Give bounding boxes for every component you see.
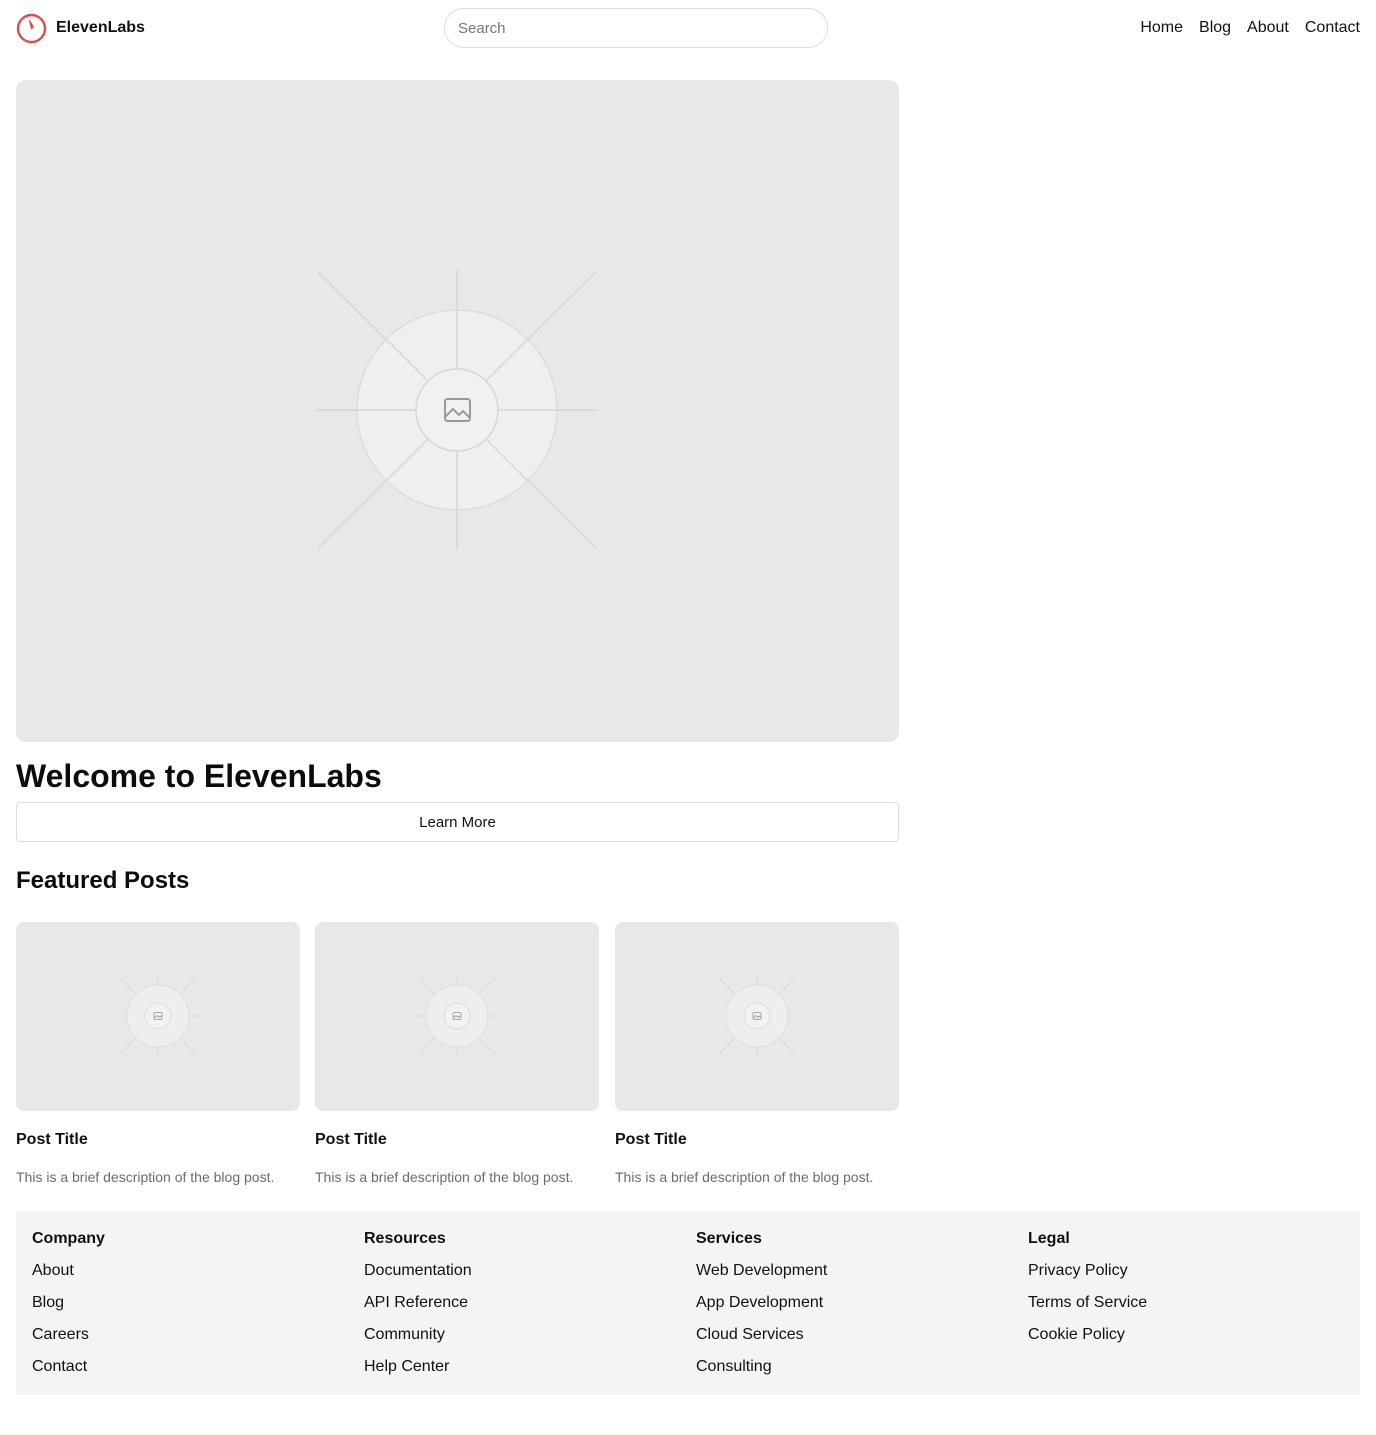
post-description: This is a brief description of the blog … <box>16 1169 275 1185</box>
post-card[interactable]: Post Title This is a brief description o… <box>615 922 899 1185</box>
post-card[interactable]: Post Title This is a brief description o… <box>315 922 599 1185</box>
post-thumbnail[interactable] <box>315 922 599 1111</box>
post-thumbnail[interactable] <box>16 922 300 1111</box>
footer-link-blog[interactable]: Blog <box>32 1293 352 1313</box>
footer-link-api-reference[interactable]: API Reference <box>364 1293 684 1313</box>
image-placeholder-icon <box>415 974 499 1058</box>
footer-link-privacy-policy[interactable]: Privacy Policy <box>1028 1261 1348 1281</box>
post-thumbnail[interactable] <box>615 922 899 1111</box>
footer-column-company: Company About Blog Careers Contact <box>32 1229 352 1389</box>
main-nav: Home Blog About Contact <box>1140 18 1360 38</box>
post-description: This is a brief description of the blog … <box>615 1169 874 1185</box>
post-description: This is a brief description of the blog … <box>315 1169 574 1185</box>
footer-link-app-development[interactable]: App Development <box>696 1293 1016 1313</box>
footer-column-legal: Legal Privacy Policy Terms of Service Co… <box>1028 1229 1348 1357</box>
footer-link-careers[interactable]: Careers <box>32 1325 352 1345</box>
image-placeholder-icon <box>116 974 200 1058</box>
post-title[interactable]: Post Title <box>615 1130 687 1150</box>
nav-about[interactable]: About <box>1247 18 1289 38</box>
search-input[interactable] <box>444 8 828 48</box>
footer-link-help-center[interactable]: Help Center <box>364 1357 684 1377</box>
footer-heading: Services <box>696 1230 762 1247</box>
post-title[interactable]: Post Title <box>315 1130 387 1150</box>
footer-heading: Resources <box>364 1230 446 1247</box>
footer-column-services: Services Web Development App Development… <box>696 1229 1016 1389</box>
hero-title: Welcome to ElevenLabs <box>16 758 382 794</box>
footer-heading: Legal <box>1028 1230 1070 1247</box>
learn-more-button[interactable]: Learn More <box>16 802 899 842</box>
image-placeholder-icon <box>715 974 799 1058</box>
featured-posts-heading: Featured Posts <box>16 867 190 894</box>
footer-heading: Company <box>32 1230 105 1247</box>
footer-link-terms-of-service[interactable]: Terms of Service <box>1028 1293 1348 1313</box>
footer-link-cloud-services[interactable]: Cloud Services <box>696 1325 1016 1345</box>
brand-name[interactable]: ElevenLabs <box>56 18 145 38</box>
post-card[interactable]: Post Title This is a brief description o… <box>16 922 300 1185</box>
clock-logo-icon[interactable] <box>16 13 47 44</box>
nav-contact[interactable]: Contact <box>1305 18 1360 38</box>
footer-link-cookie-policy[interactable]: Cookie Policy <box>1028 1325 1348 1345</box>
site-footer: Company About Blog Careers Contact Resou… <box>16 1211 1360 1395</box>
footer-column-resources: Resources Documentation API Reference Co… <box>364 1229 684 1389</box>
footer-link-about[interactable]: About <box>32 1261 352 1281</box>
nav-home[interactable]: Home <box>1140 18 1183 38</box>
footer-link-consulting[interactable]: Consulting <box>696 1357 1016 1377</box>
post-title[interactable]: Post Title <box>16 1130 88 1150</box>
footer-link-web-development[interactable]: Web Development <box>696 1261 1016 1281</box>
footer-link-community[interactable]: Community <box>364 1325 684 1345</box>
nav-blog[interactable]: Blog <box>1199 18 1231 38</box>
hero-image-placeholder <box>16 80 899 742</box>
footer-link-contact[interactable]: Contact <box>32 1357 352 1377</box>
footer-link-documentation[interactable]: Documentation <box>364 1261 684 1281</box>
image-placeholder-icon <box>316 270 598 550</box>
site-header: ElevenLabs Home Blog About Contact <box>16 8 1360 48</box>
